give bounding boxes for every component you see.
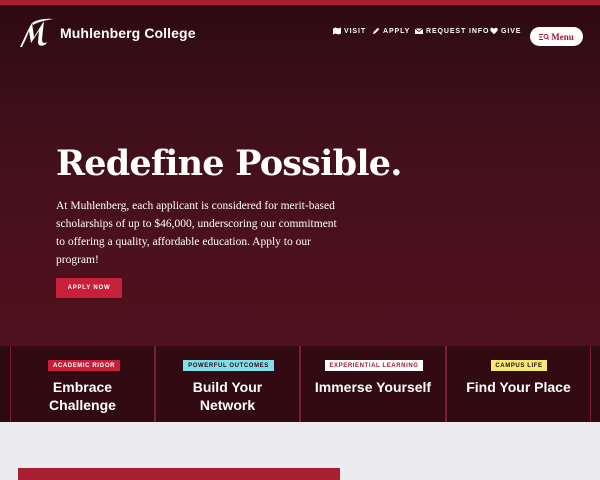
pillar-tag: ACADEMIC RIGOR: [48, 360, 120, 371]
pillar-card-campus-life[interactable]: CAMPUS LIFE Find Your Place: [446, 346, 591, 422]
pillar-tag: EXPERIENTIAL LEARNING: [325, 360, 423, 371]
pillar-tag: POWERFUL OUTCOMES: [183, 360, 274, 371]
hero-body-text: At Muhlenberg, each applicant is conside…: [56, 200, 337, 266]
menu-button-label: Menu: [551, 31, 574, 42]
menu-button[interactable]: Menu: [530, 27, 583, 46]
pillar-title-line: Embrace: [52, 379, 113, 395]
nav-visit-label: VISIT: [344, 27, 367, 35]
pillar-title-line: Immerse Yourself: [314, 379, 432, 395]
pillar-title-line: Network: [199, 397, 256, 413]
nav-request-info-label: REQUEST INFO: [426, 27, 490, 35]
pillar-title: Embrace Challenge: [11, 378, 154, 414]
pillar-title: Build Your Network: [156, 378, 299, 414]
nav-request-info[interactable]: REQUEST INFO: [415, 27, 489, 35]
hero-section: Muhlenberg College VISIT APPLY REQUEST I…: [0, 5, 600, 346]
pillar-title: Immerse Yourself: [301, 378, 445, 396]
pillar-title-line: Build Your: [192, 379, 263, 395]
apply-now-button[interactable]: APPLY NOW: [56, 278, 122, 298]
heart-icon: [490, 27, 498, 35]
college-logo[interactable]: Muhlenberg College: [18, 17, 196, 49]
pillar-card-academic-rigor[interactable]: ACADEMIC RIGOR Embrace Challenge: [10, 346, 155, 422]
nav-give[interactable]: GIVE: [490, 27, 521, 35]
next-section-banner: [18, 468, 340, 480]
pencil-icon: [373, 27, 380, 34]
nav-apply-label: APPLY: [383, 27, 411, 35]
pillar-title: Find Your Place: [447, 378, 590, 396]
nav-visit[interactable]: VISIT: [333, 27, 366, 35]
college-name: Muhlenberg College: [60, 25, 196, 41]
pillar-tag: CAMPUS LIFE: [491, 360, 547, 371]
envelope-icon: [415, 28, 423, 34]
pillar-title-line: Find Your Place: [466, 379, 571, 395]
menu-search-icon: [539, 33, 550, 40]
pillar-title-line: Challenge: [49, 397, 116, 413]
nav-apply[interactable]: APPLY: [372, 27, 410, 35]
nav-give-label: GIVE: [501, 27, 522, 35]
muhlenberg-m-icon: [20, 18, 54, 47]
map-icon: [333, 27, 341, 35]
pillar-card-experiential-learning[interactable]: EXPERIENTIAL LEARNING Immerse Yourself: [300, 346, 446, 422]
pillar-card-powerful-outcomes[interactable]: POWERFUL OUTCOMES Build Your Network: [155, 346, 300, 422]
pillars-strip: ACADEMIC RIGOR Embrace Challenge POWERFU…: [0, 346, 600, 422]
hero-title: Redefine Possible.: [56, 143, 402, 184]
